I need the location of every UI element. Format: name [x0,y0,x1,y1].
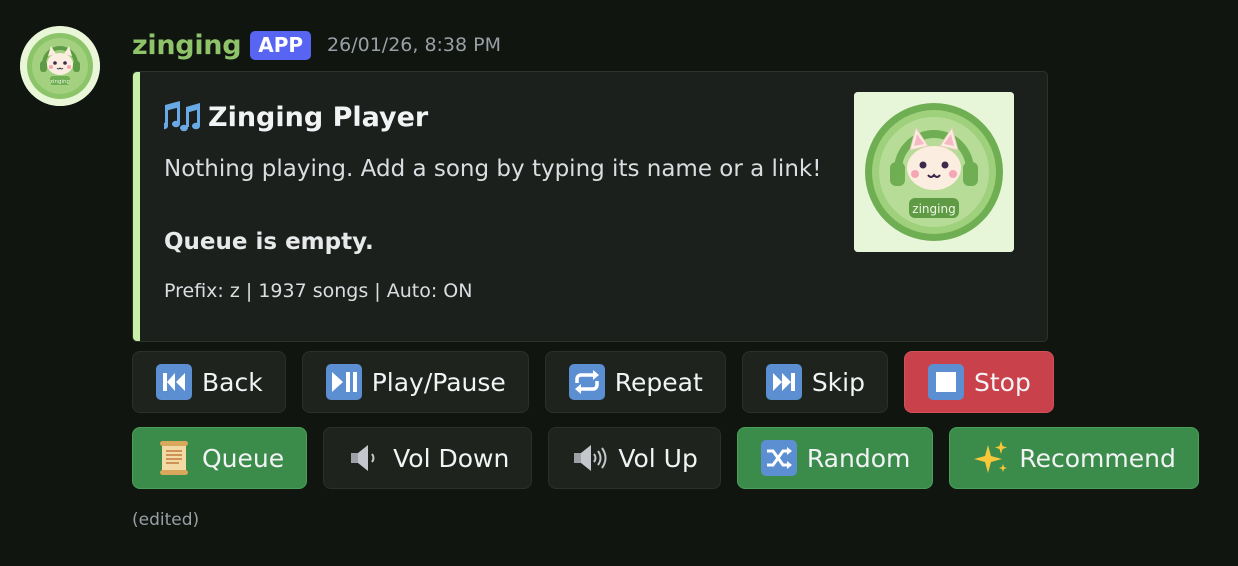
random-button[interactable]: Random [736,427,934,489]
repeat-button-label: Repeat [614,367,703,397]
stop-button-label: Stop [973,367,1031,397]
sparkles-icon [972,439,1010,477]
player-embed: Zinging Player Nothing playing. Add a so… [132,71,1048,342]
back-button[interactable]: Back [132,351,286,413]
play-pause-icon [325,363,363,401]
recommend-button-label: Recommend [1019,443,1176,473]
rewind-icon [155,363,193,401]
scroll-icon [155,439,193,477]
app-badge: APP [250,30,312,60]
queue-button[interactable]: Queue [132,427,308,489]
message-header: zinging APP 26/01/26, 8:38 PM [132,27,501,63]
shuffle-icon [760,439,798,477]
embed-footer: Prefix: z | 1937 songs | Auto: ON [164,280,473,302]
recommend-button[interactable]: Recommend [949,427,1199,489]
cat-headphones-avatar-icon: zinging [20,26,100,106]
vol-up-button[interactable]: Vol Up [548,427,721,489]
speaker-low-icon [346,439,384,477]
username[interactable]: zinging [132,30,242,61]
skip-button[interactable]: Skip [741,351,888,413]
play-pause-button-label: Play/Pause [371,367,506,397]
stop-button[interactable]: Stop [903,351,1054,413]
embed-description: Nothing playing. Add a song by typing it… [164,156,822,182]
repeat-button[interactable]: Repeat [544,351,726,413]
controls-row-2: Queue Vol Down Vol Up Random Recommend [132,427,1215,489]
avatar[interactable]: zinging [20,26,100,106]
back-button-label: Back [202,367,263,397]
queue-button-label: Queue [202,443,285,473]
vol-up-button-label: Vol Up [618,443,698,473]
embed-accent-bar [133,72,140,341]
controls-row-1: Back Play/Pause Repeat Skip Stop [132,351,1070,413]
edited-label: (edited) [132,510,200,530]
timestamp[interactable]: 26/01/26, 8:38 PM [327,34,501,56]
vol-down-button[interactable]: Vol Down [323,427,533,489]
speaker-high-icon [571,439,609,477]
vol-down-button-label: Vol Down [393,443,510,473]
avatar-caption: zinging [50,79,70,85]
embed-thumbnail[interactable]: zinging [854,92,1014,252]
random-button-label: Random [806,443,911,473]
fast-forward-icon [765,363,803,401]
thumbnail-caption: zinging [912,202,955,216]
queue-status: Queue is empty. [164,229,374,255]
stop-icon [927,363,965,401]
chat-message: zinging zinging APP 26/01/26, 8:38 PM Zi… [0,0,1238,566]
cat-headphones-thumbnail-icon: zinging [854,92,1014,252]
skip-button-label: Skip [811,367,865,397]
play-pause-button[interactable]: Play/Pause [301,351,529,413]
repeat-icon [568,363,606,401]
embed-title: Zinging Player [160,99,429,135]
musical-notes-icon [160,99,202,135]
embed-title-text: Zinging Player [208,101,429,133]
